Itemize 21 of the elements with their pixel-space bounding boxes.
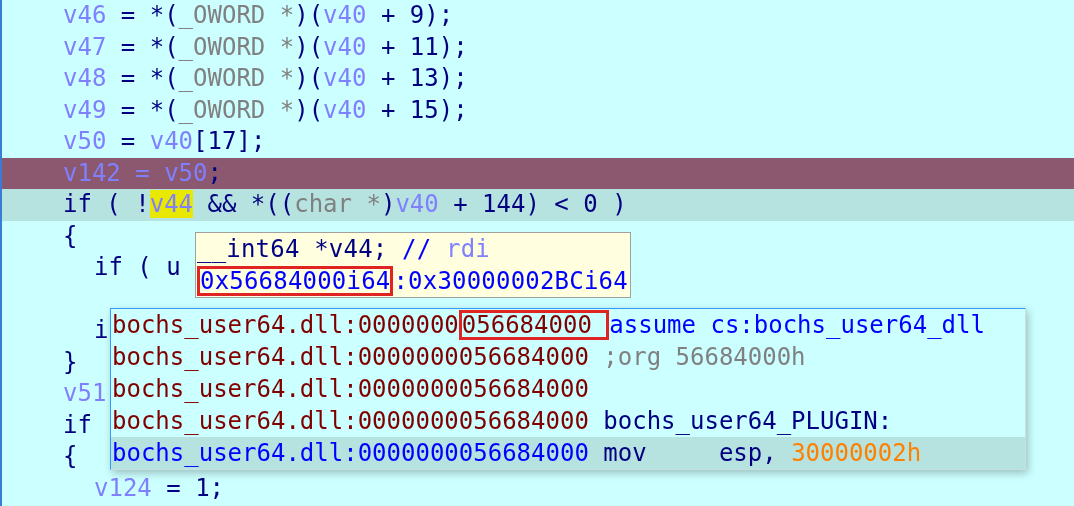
disassembly-line: bochs_user64.dll:0000000 056684000 assume cs:bochs_user64_dll [111,309,986,341]
hint-line: 0x56684000i64:0x30000002BCi64 [196,265,630,297]
code-line: v48 = *(_OWORD *)(v40 + 13); [63,63,468,94]
code-line: v47 = *(_OWORD *)(v40 + 11); [63,31,468,63]
code-line: v124 = 1; [94,472,225,504]
code-line: i [94,315,109,346]
code-line: { [63,441,78,472]
code-line: { [63,220,78,252]
code-line: if ( u [94,252,181,283]
disassembly-line: bochs_user64.dll:0000000056684000 ;org 56684000h [111,342,807,373]
code-line: if [63,409,92,441]
code-line: if ( !v44 && *((char *)v40 + 144) < 0 ) [63,189,627,220]
disassembly-line: bochs_user64.dll:0000000056684000 [111,374,590,405]
code-line: v142 = v50; [63,157,222,189]
disassembly-line: bochs_user64.dll:0000000056684000 bochs_user64_PLUGIN: [111,406,894,437]
code-line: v49 = *(_OWORD *)(v40 + 15); [63,94,468,126]
hint-line: __int64 *v44; // rdi [196,234,491,265]
code-line: v51 [63,378,107,409]
code-line: v50 = v40[17]; [63,126,266,157]
code-line: } [63,346,78,378]
code-line: v46 = *(_OWORD *)(v40 + 9); [63,0,454,31]
